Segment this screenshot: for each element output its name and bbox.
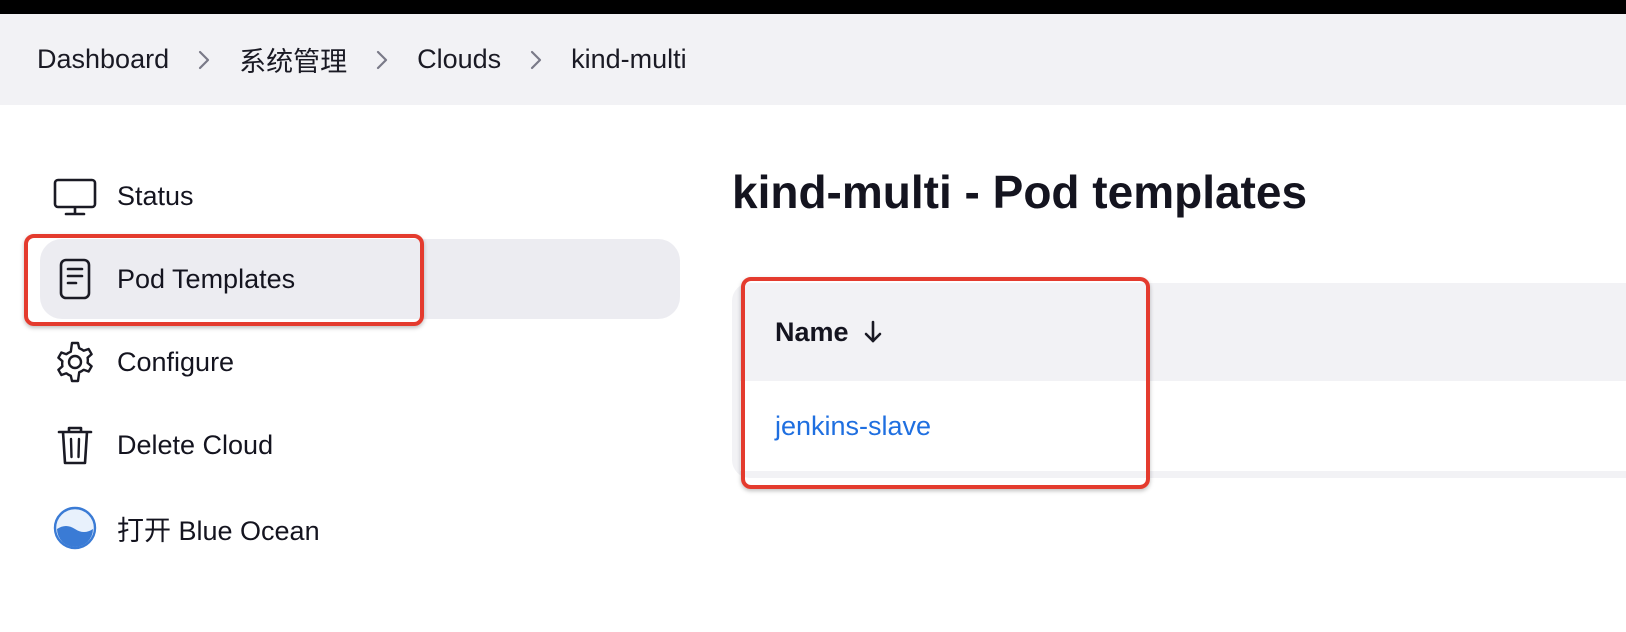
sidebar-item-label: Delete Cloud (117, 429, 274, 460)
breadcrumb-kind-multi[interactable]: kind-multi (571, 44, 687, 75)
gear-icon (50, 337, 100, 387)
sidebar-item-open-blue-ocean[interactable]: 打开 Blue Ocean (40, 488, 680, 568)
chevron-right-icon (347, 45, 417, 75)
column-header-name[interactable]: Name (775, 317, 849, 348)
sidebar-item-label: Configure (117, 346, 235, 377)
breadcrumb-dashboard[interactable]: Dashboard (37, 44, 169, 75)
chevron-right-icon (169, 45, 239, 75)
sidebar-item-status[interactable]: Status (40, 156, 680, 236)
arrow-down-icon[interactable] (863, 319, 883, 345)
monitor-icon (50, 171, 100, 221)
table-header: Name (732, 283, 1626, 381)
table-row: jenkins-slave (740, 381, 1626, 471)
sidebar-item-pod-templates[interactable]: Pod Templates (40, 239, 680, 319)
sidebar-item-delete-cloud[interactable]: Delete Cloud (40, 405, 680, 485)
breadcrumb: Dashboard 系统管理 Clouds kind-multi (0, 14, 1626, 105)
sidebar-item-label: Status (117, 180, 194, 211)
pod-template-link[interactable]: jenkins-slave (775, 411, 931, 442)
breadcrumb-system-management[interactable]: 系统管理 (239, 40, 347, 79)
top-bar (0, 0, 1626, 14)
blue-ocean-icon (50, 503, 100, 553)
trash-icon (50, 420, 100, 470)
sidebar-item-label: 打开 Blue Ocean (117, 515, 320, 546)
sidebar-item-configure[interactable]: Configure (40, 322, 680, 402)
page-title: kind-multi - Pod templates (732, 166, 1308, 218)
sidebar-item-label: Pod Templates (117, 263, 296, 294)
breadcrumb-clouds[interactable]: Clouds (417, 44, 501, 75)
document-icon (50, 254, 100, 304)
pod-templates-table: Name jenkins-slave (732, 283, 1626, 478)
chevron-right-icon (501, 45, 571, 75)
